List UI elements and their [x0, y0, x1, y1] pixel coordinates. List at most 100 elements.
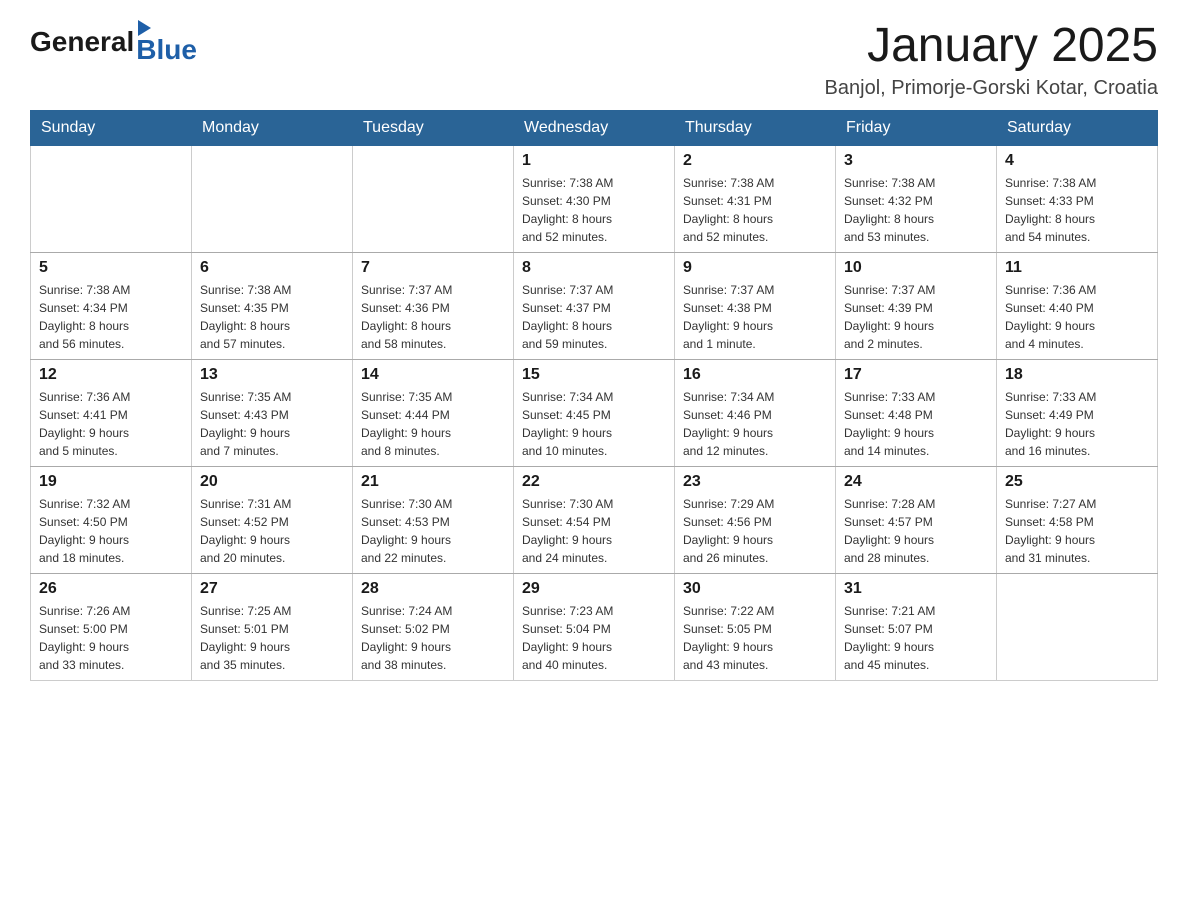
- weekday-header-friday: Friday: [836, 110, 997, 145]
- day-number: 21: [361, 473, 505, 491]
- day-number: 26: [39, 580, 183, 598]
- calendar-week-row: 12 Sunrise: 7:36 AM Sunset: 4:41 PM Dayli…: [31, 359, 1158, 466]
- day-number: 3: [844, 152, 988, 170]
- calendar-cell: 19Sunrise: 7:32 AM Sunset: 4:50 PM Dayli…: [31, 466, 192, 573]
- day-info: Sunrise: 7:38 AM Sunset: 4:32 PM Dayligh…: [844, 174, 988, 246]
- calendar-cell: 23Sunrise: 7:29 AM Sunset: 4:56 PM Dayli…: [675, 466, 836, 573]
- day-info: Sunrise: 7:38 AM Sunset: 4:31 PM Dayligh…: [683, 174, 827, 246]
- calendar-cell: 9Sunrise: 7:37 AM Sunset: 4:38 PM Daylig…: [675, 252, 836, 359]
- calendar-title: January 2025: [825, 20, 1158, 73]
- calendar-week-row: 5 Sunrise: 7:38 AM Sunset: 4:34 PM Daylig…: [31, 252, 1158, 359]
- calendar-week-row: 1 Sunrise: 7:38 AM Sunset: 4:30 PM Daylig…: [31, 145, 1158, 252]
- weekday-header-saturday: Saturday: [997, 110, 1158, 145]
- day-number: 9: [683, 259, 827, 277]
- location-subtitle: Banjol, Primorje-Gorski Kotar, Croatia: [825, 77, 1158, 100]
- calendar-week-row: 26 Sunrise: 7:26 AM Sunset: 5:00 PM Dayli…: [31, 573, 1158, 680]
- calendar-cell: 10 Sunrise: 7:37 AM Sunset: 4:39 PM Dayli…: [836, 252, 997, 359]
- day-info: Sunrise: 7:38 AM Sunset: 4:35 PM Dayligh…: [200, 281, 344, 353]
- calendar-week-row: 19Sunrise: 7:32 AM Sunset: 4:50 PM Dayli…: [31, 466, 1158, 573]
- day-info: Sunrise: 7:35 AM Sunset: 4:44 PM Dayligh…: [361, 388, 505, 460]
- day-info: Sunrise: 7:32 AM Sunset: 4:50 PM Dayligh…: [39, 495, 183, 567]
- day-number: 30: [683, 580, 827, 598]
- calendar-cell: 14 Sunrise: 7:35 AM Sunset: 4:44 PM Dayli…: [353, 359, 514, 466]
- day-number: 18: [1005, 366, 1149, 384]
- weekday-header-monday: Monday: [192, 110, 353, 145]
- calendar-cell: 6Sunrise: 7:38 AM Sunset: 4:35 PM Daylig…: [192, 252, 353, 359]
- day-info: Sunrise: 7:34 AM Sunset: 4:45 PM Dayligh…: [522, 388, 666, 460]
- calendar-cell: 2Sunrise: 7:38 AM Sunset: 4:31 PM Daylig…: [675, 145, 836, 252]
- day-info: Sunrise: 7:37 AM Sunset: 4:37 PM Dayligh…: [522, 281, 666, 353]
- day-info: Sunrise: 7:29 AM Sunset: 4:56 PM Dayligh…: [683, 495, 827, 567]
- calendar-cell: 5 Sunrise: 7:38 AM Sunset: 4:34 PM Daylig…: [31, 252, 192, 359]
- calendar-cell: 1 Sunrise: 7:38 AM Sunset: 4:30 PM Daylig…: [514, 145, 675, 252]
- day-info: Sunrise: 7:38 AM Sunset: 4:30 PM Dayligh…: [522, 174, 666, 246]
- day-number: 10: [844, 259, 988, 277]
- calendar-cell: 3 Sunrise: 7:38 AM Sunset: 4:32 PM Daylig…: [836, 145, 997, 252]
- calendar-cell: 16Sunrise: 7:34 AM Sunset: 4:46 PM Dayli…: [675, 359, 836, 466]
- weekday-header-tuesday: Tuesday: [353, 110, 514, 145]
- day-number: 17: [844, 366, 988, 384]
- day-number: 27: [200, 580, 344, 598]
- calendar-cell: 12 Sunrise: 7:36 AM Sunset: 4:41 PM Dayli…: [31, 359, 192, 466]
- calendar-cell: 20 Sunrise: 7:31 AM Sunset: 4:52 PM Dayli…: [192, 466, 353, 573]
- day-number: 22: [522, 473, 666, 491]
- day-info: Sunrise: 7:37 AM Sunset: 4:39 PM Dayligh…: [844, 281, 988, 353]
- logo: General Blue: [30, 20, 197, 64]
- calendar-cell: 8 Sunrise: 7:37 AM Sunset: 4:37 PM Daylig…: [514, 252, 675, 359]
- logo-general-text: General: [30, 26, 134, 58]
- weekday-header-row: SundayMondayTuesdayWednesdayThursdayFrid…: [31, 110, 1158, 145]
- weekday-header-thursday: Thursday: [675, 110, 836, 145]
- day-info: Sunrise: 7:31 AM Sunset: 4:52 PM Dayligh…: [200, 495, 344, 567]
- calendar-cell: 30 Sunrise: 7:22 AM Sunset: 5:05 PM Dayli…: [675, 573, 836, 680]
- day-number: 14: [361, 366, 505, 384]
- calendar-cell: 18 Sunrise: 7:33 AM Sunset: 4:49 PM Dayli…: [997, 359, 1158, 466]
- day-number: 20: [200, 473, 344, 491]
- day-number: 8: [522, 259, 666, 277]
- calendar-cell: 31 Sunrise: 7:21 AM Sunset: 5:07 PM Dayli…: [836, 573, 997, 680]
- day-number: 29: [522, 580, 666, 598]
- logo-blue-part: Blue: [136, 20, 197, 64]
- day-number: 5: [39, 259, 183, 277]
- day-info: Sunrise: 7:24 AM Sunset: 5:02 PM Dayligh…: [361, 602, 505, 674]
- weekday-header-wednesday: Wednesday: [514, 110, 675, 145]
- calendar-cell: 27 Sunrise: 7:25 AM Sunset: 5:01 PM Dayli…: [192, 573, 353, 680]
- calendar-cell: 11Sunrise: 7:36 AM Sunset: 4:40 PM Dayli…: [997, 252, 1158, 359]
- calendar-cell: [192, 145, 353, 252]
- calendar-cell: [31, 145, 192, 252]
- day-info: Sunrise: 7:21 AM Sunset: 5:07 PM Dayligh…: [844, 602, 988, 674]
- day-info: Sunrise: 7:33 AM Sunset: 4:49 PM Dayligh…: [1005, 388, 1149, 460]
- day-info: Sunrise: 7:38 AM Sunset: 4:34 PM Dayligh…: [39, 281, 183, 353]
- day-info: Sunrise: 7:36 AM Sunset: 4:41 PM Dayligh…: [39, 388, 183, 460]
- day-number: 15: [522, 366, 666, 384]
- day-info: Sunrise: 7:37 AM Sunset: 4:36 PM Dayligh…: [361, 281, 505, 353]
- day-info: Sunrise: 7:26 AM Sunset: 5:00 PM Dayligh…: [39, 602, 183, 674]
- calendar-cell: 17 Sunrise: 7:33 AM Sunset: 4:48 PM Dayli…: [836, 359, 997, 466]
- day-number: 12: [39, 366, 183, 384]
- day-number: 4: [1005, 152, 1149, 170]
- calendar-cell: 28Sunrise: 7:24 AM Sunset: 5:02 PM Dayli…: [353, 573, 514, 680]
- day-number: 13: [200, 366, 344, 384]
- day-info: Sunrise: 7:28 AM Sunset: 4:57 PM Dayligh…: [844, 495, 988, 567]
- day-info: Sunrise: 7:25 AM Sunset: 5:01 PM Dayligh…: [200, 602, 344, 674]
- day-info: Sunrise: 7:22 AM Sunset: 5:05 PM Dayligh…: [683, 602, 827, 674]
- page-header: General Blue January 2025 Banjol, Primor…: [30, 20, 1158, 100]
- calendar-cell: 22Sunrise: 7:30 AM Sunset: 4:54 PM Dayli…: [514, 466, 675, 573]
- day-number: 1: [522, 152, 666, 170]
- calendar-cell: 25Sunrise: 7:27 AM Sunset: 4:58 PM Dayli…: [997, 466, 1158, 573]
- day-number: 7: [361, 259, 505, 277]
- calendar-cell: 24 Sunrise: 7:28 AM Sunset: 4:57 PM Dayli…: [836, 466, 997, 573]
- logo-blue-text: Blue: [136, 36, 197, 64]
- day-info: Sunrise: 7:38 AM Sunset: 4:33 PM Dayligh…: [1005, 174, 1149, 246]
- calendar-cell: 29Sunrise: 7:23 AM Sunset: 5:04 PM Dayli…: [514, 573, 675, 680]
- day-info: Sunrise: 7:33 AM Sunset: 4:48 PM Dayligh…: [844, 388, 988, 460]
- calendar-cell: 7 Sunrise: 7:37 AM Sunset: 4:36 PM Daylig…: [353, 252, 514, 359]
- calendar-cell: 15 Sunrise: 7:34 AM Sunset: 4:45 PM Dayli…: [514, 359, 675, 466]
- title-section: January 2025 Banjol, Primorje-Gorski Kot…: [825, 20, 1158, 100]
- day-info: Sunrise: 7:35 AM Sunset: 4:43 PM Dayligh…: [200, 388, 344, 460]
- weekday-header-sunday: Sunday: [31, 110, 192, 145]
- calendar-cell: 21Sunrise: 7:30 AM Sunset: 4:53 PM Dayli…: [353, 466, 514, 573]
- day-number: 24: [844, 473, 988, 491]
- day-number: 31: [844, 580, 988, 598]
- day-info: Sunrise: 7:27 AM Sunset: 4:58 PM Dayligh…: [1005, 495, 1149, 567]
- calendar-cell: 4 Sunrise: 7:38 AM Sunset: 4:33 PM Daylig…: [997, 145, 1158, 252]
